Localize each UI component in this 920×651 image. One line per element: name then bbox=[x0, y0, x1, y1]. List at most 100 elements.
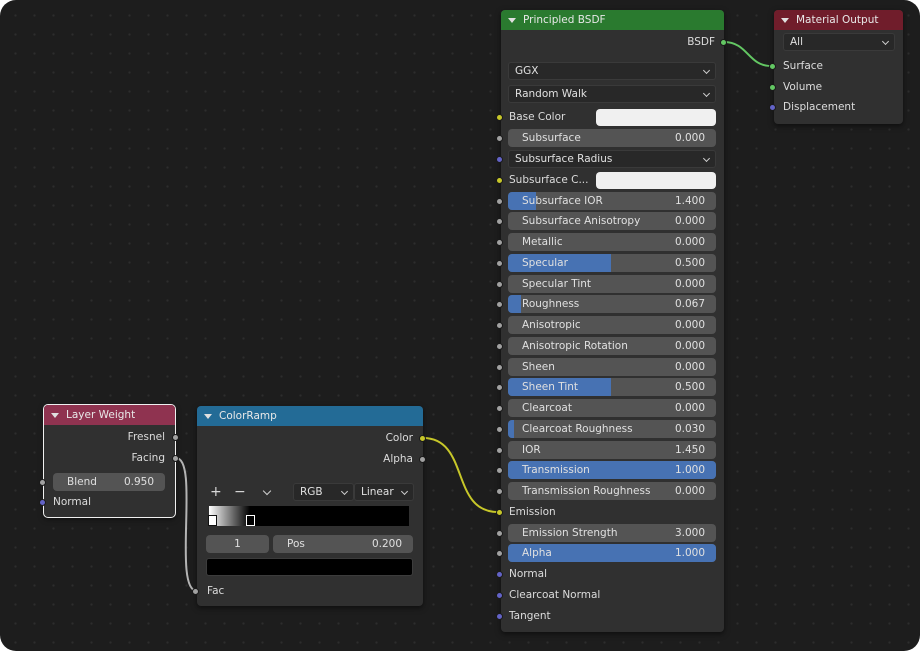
clearcoat-roughness-field[interactable]: Clearcoat Roughness 0.030 bbox=[508, 420, 716, 438]
layer-weight-node[interactable]: Layer Weight Fresnel Facing Blend 0.950 … bbox=[39, 404, 179, 518]
subsurface-radius-socket[interactable] bbox=[496, 156, 503, 163]
subsurface-ior-socket[interactable] bbox=[496, 198, 503, 205]
roughness-field[interactable]: Roughness 0.067 bbox=[508, 295, 716, 313]
slider-fill bbox=[508, 420, 514, 438]
fresnel-output-socket[interactable] bbox=[172, 434, 179, 441]
clearcoat-normal-socket[interactable] bbox=[496, 592, 503, 599]
chevron-down-icon bbox=[702, 66, 711, 75]
displacement-socket[interactable] bbox=[769, 104, 776, 111]
emission-strength-socket[interactable] bbox=[496, 530, 503, 537]
specular-tint-socket[interactable] bbox=[496, 281, 503, 288]
distribution-dropdown[interactable]: GGX bbox=[508, 62, 716, 80]
layer-weight-header[interactable]: Layer Weight bbox=[44, 405, 175, 425]
output-target-dropdown[interactable]: All bbox=[783, 33, 895, 51]
normal-socket[interactable] bbox=[39, 499, 46, 506]
collapse-arrow-icon[interactable] bbox=[781, 17, 789, 23]
clearcoat-roughness-socket[interactable] bbox=[496, 426, 503, 433]
anisotropic-rotation-field[interactable]: Anisotropic Rotation 0.000 bbox=[508, 337, 716, 355]
color-ramp-gradient[interactable] bbox=[208, 506, 409, 526]
subsurface-anisotropy-socket[interactable] bbox=[496, 218, 503, 225]
fresnel-label: Fresnel bbox=[127, 431, 165, 443]
sheen-field[interactable]: Sheen 0.000 bbox=[508, 358, 716, 376]
node-title: Layer Weight bbox=[66, 409, 136, 421]
subsurface-method-dropdown[interactable]: Random Walk bbox=[508, 85, 716, 103]
field-label: Sheen Tint bbox=[522, 381, 579, 393]
anisotropic-socket[interactable] bbox=[496, 322, 503, 329]
material-output-header[interactable]: Material Output bbox=[774, 10, 903, 30]
subsurface-radius-dropdown[interactable]: Subsurface Radius bbox=[508, 150, 716, 168]
dropdown-value: All bbox=[790, 36, 804, 48]
add-stop-button[interactable]: + bbox=[210, 485, 222, 499]
alpha-field[interactable]: Alpha 1.000 bbox=[508, 544, 716, 562]
field-value: 3.000 bbox=[674, 527, 705, 539]
normal-socket[interactable] bbox=[496, 571, 503, 578]
fac-socket[interactable] bbox=[192, 588, 199, 595]
color-stop-handle-active[interactable] bbox=[246, 515, 255, 526]
principled-bsdf-header[interactable]: Principled BSDF bbox=[501, 10, 724, 30]
ior-field[interactable]: IOR 1.450 bbox=[508, 441, 716, 459]
field-label: Sheen bbox=[522, 361, 555, 373]
subsurface-ior-field[interactable]: Subsurface IOR 1.400 bbox=[508, 192, 716, 210]
subsurface-field[interactable]: Subsurface 0.000 bbox=[508, 129, 716, 147]
field-value: 1.000 bbox=[674, 464, 705, 476]
bsdf-output-socket[interactable] bbox=[720, 39, 727, 46]
specular-socket[interactable] bbox=[496, 260, 503, 267]
anisotropic-rotation-socket[interactable] bbox=[496, 343, 503, 350]
base-color-swatch[interactable] bbox=[596, 109, 716, 126]
blend-socket[interactable] bbox=[39, 479, 46, 486]
transmission-field[interactable]: Transmission 1.000 bbox=[508, 461, 716, 479]
chevron-down-icon bbox=[881, 37, 890, 46]
ior-socket[interactable] bbox=[496, 447, 503, 454]
transmission-roughness-field[interactable]: Transmission Roughness 0.000 bbox=[508, 482, 716, 500]
subsurface-socket[interactable] bbox=[496, 135, 503, 142]
specular-tint-field[interactable]: Specular Tint 0.000 bbox=[508, 275, 716, 293]
metallic-socket[interactable] bbox=[496, 239, 503, 246]
subsurface-anisotropy-field[interactable]: Subsurface Anisotropy 0.000 bbox=[508, 212, 716, 230]
alpha-output-socket[interactable] bbox=[419, 456, 426, 463]
sheen-tint-field[interactable]: Sheen Tint 0.500 bbox=[508, 378, 716, 396]
clearcoat-field[interactable]: Clearcoat 0.000 bbox=[508, 399, 716, 417]
metallic-field[interactable]: Metallic 0.000 bbox=[508, 233, 716, 251]
material-output-node[interactable]: Material Output All Surface Volume Displ… bbox=[769, 10, 903, 124]
link-color-emission bbox=[422, 437, 499, 513]
emission-strength-field[interactable]: Emission Strength 3.000 bbox=[508, 524, 716, 542]
specular-field[interactable]: Specular 0.500 bbox=[508, 254, 716, 272]
base-color-socket[interactable] bbox=[496, 114, 503, 121]
node-editor-canvas[interactable]: Principled BSDF BSDF GGX Random Walk Bas… bbox=[0, 0, 920, 651]
sheen-socket[interactable] bbox=[496, 364, 503, 371]
color-mode-dropdown[interactable]: RGB bbox=[293, 483, 354, 501]
colorramp-node[interactable]: ColorRamp Color Alpha + − RGB Linear 1 P… bbox=[192, 406, 426, 606]
colorramp-header[interactable]: ColorRamp bbox=[197, 406, 423, 426]
surface-socket[interactable] bbox=[769, 63, 776, 70]
alpha-socket[interactable] bbox=[496, 550, 503, 557]
clearcoat-socket[interactable] bbox=[496, 405, 503, 412]
interpolation-dropdown[interactable]: Linear bbox=[354, 483, 414, 501]
roughness-socket[interactable] bbox=[496, 301, 503, 308]
anisotropic-field[interactable]: Anisotropic 0.000 bbox=[508, 316, 716, 334]
remove-stop-button[interactable]: − bbox=[234, 485, 246, 499]
chevron-down-icon[interactable] bbox=[262, 486, 272, 496]
sheen-tint-socket[interactable] bbox=[496, 384, 503, 391]
stop-color-swatch[interactable] bbox=[206, 558, 413, 576]
collapse-arrow-icon[interactable] bbox=[51, 412, 59, 418]
transmission-roughness-socket[interactable] bbox=[496, 488, 503, 495]
color-output-socket[interactable] bbox=[419, 435, 426, 442]
active-stop-index-field[interactable]: 1 bbox=[206, 535, 269, 553]
field-label: Pos bbox=[287, 538, 305, 550]
stop-position-field[interactable]: Pos 0.200 bbox=[273, 535, 413, 553]
subsurface-color-swatch[interactable] bbox=[596, 172, 716, 189]
blend-field[interactable]: Blend 0.950 bbox=[53, 473, 165, 491]
tangent-socket[interactable] bbox=[496, 613, 503, 620]
collapse-arrow-icon[interactable] bbox=[508, 17, 516, 23]
facing-output-socket[interactable] bbox=[172, 455, 179, 462]
subsurface-color-socket[interactable] bbox=[496, 177, 503, 184]
volume-socket[interactable] bbox=[769, 84, 776, 91]
emission-socket[interactable] bbox=[496, 509, 503, 516]
field-value: 1 bbox=[234, 538, 241, 550]
collapse-arrow-icon[interactable] bbox=[204, 413, 212, 419]
field-value: 0.000 bbox=[674, 132, 705, 144]
chevron-down-icon bbox=[702, 154, 711, 163]
color-stop-handle[interactable] bbox=[208, 515, 217, 526]
transmission-socket[interactable] bbox=[496, 467, 503, 474]
principled-bsdf-node[interactable]: Principled BSDF BSDF GGX Random Walk Bas… bbox=[496, 10, 727, 632]
